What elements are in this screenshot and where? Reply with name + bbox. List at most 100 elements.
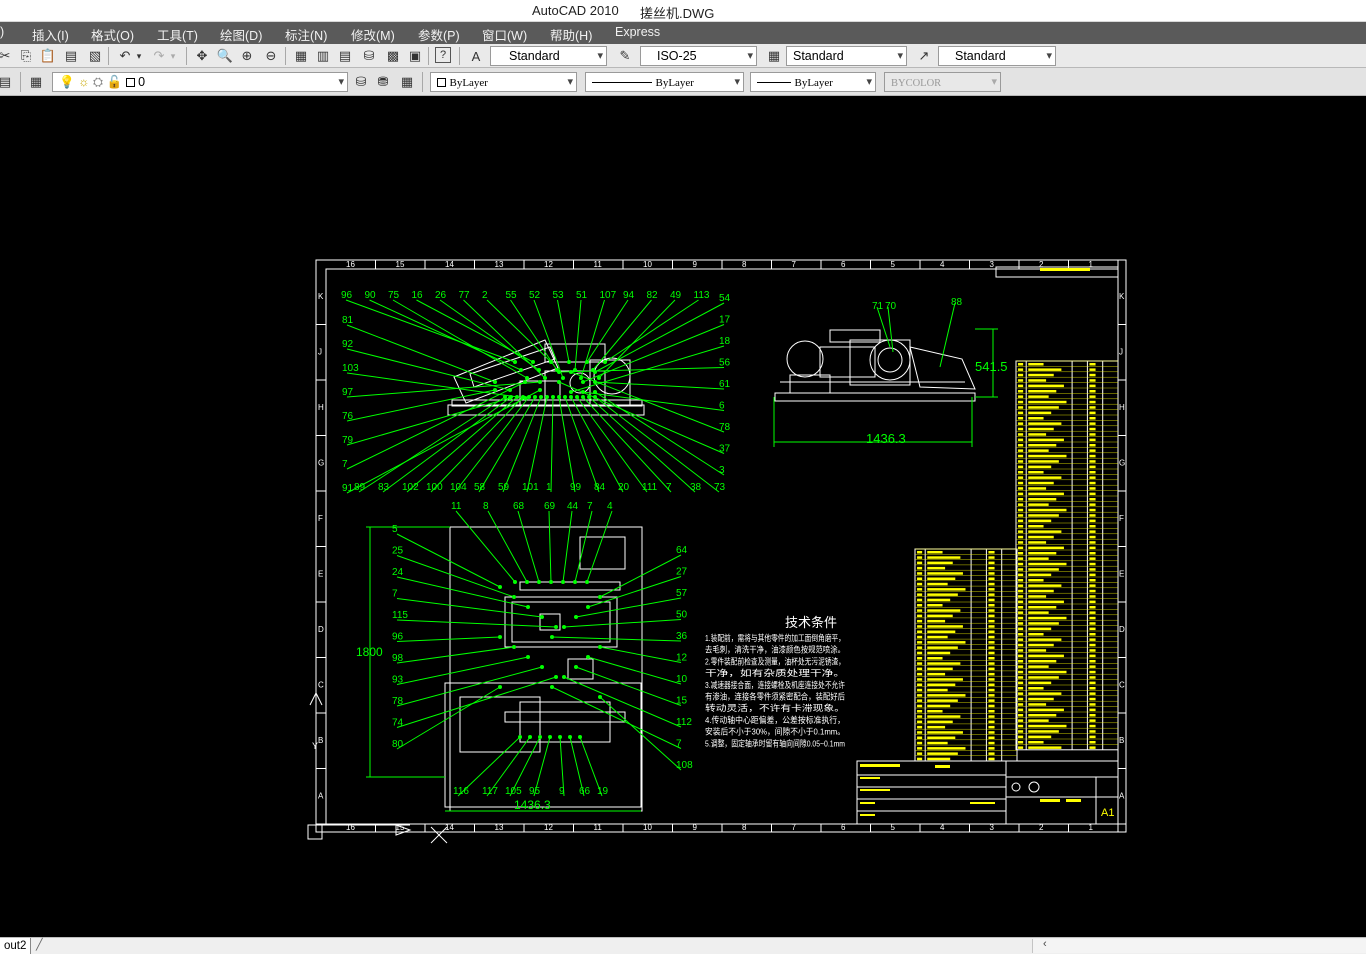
table-style-icon[interactable]: ▦	[765, 47, 783, 65]
bom-row-qty	[988, 731, 995, 734]
menu-item-draw[interactable]: 绘图(D)	[220, 25, 262, 44]
menu-item-view[interactable]: )	[0, 25, 4, 39]
menu-item-express[interactable]: Express	[615, 25, 660, 39]
bom-row-number	[917, 678, 923, 681]
bom-row-qty	[1089, 471, 1096, 474]
bom-row-text	[927, 598, 951, 602]
layout-tabs-bar: out2 ╱ ‹	[0, 937, 1366, 954]
sheet-set-icon[interactable]: ⛁	[360, 47, 378, 65]
bom-row-text	[1028, 498, 1057, 501]
zone-letter-right: G	[1119, 459, 1125, 468]
dim-style-select[interactable]: ISO-25 ▾	[640, 46, 757, 66]
undo-dropdown-icon[interactable]: ▾	[134, 47, 144, 65]
text-style-icon[interactable]: A	[467, 47, 485, 65]
bom-row-text	[1028, 681, 1052, 685]
cut-icon[interactable]: ✂	[0, 47, 14, 65]
bom-row-number	[917, 588, 923, 591]
leader-line	[564, 396, 600, 493]
menu-item-insert[interactable]: 插入(I)	[32, 25, 69, 44]
bom-row-text	[927, 725, 946, 729]
bom-row-number	[1018, 406, 1024, 409]
file-title: 搓丝机.DWG	[640, 6, 715, 21]
layer-states-icon[interactable]: ▦	[27, 73, 45, 91]
bom-row-number	[917, 566, 923, 570]
leader-dot	[512, 595, 516, 599]
layer-freeze-icon: ☼	[78, 75, 90, 89]
bom-row-number	[1018, 422, 1024, 425]
bom-row-text	[1028, 665, 1049, 668]
layer-match-icon[interactable]: ▦	[398, 73, 416, 91]
copy-icon[interactable]: ⎘	[17, 47, 35, 65]
menu-item-format[interactable]: 格式(O)	[91, 25, 134, 44]
bom-row-number	[917, 715, 923, 718]
bom-row-text	[1028, 422, 1062, 425]
bom-row-number	[917, 619, 923, 623]
drawing-canvas[interactable]: 16 15 14 13 12 11 10 9 8 7 6 5 4 3 2 1 16 15 14 13 12 11 10 9 8…	[0, 97, 1366, 937]
balloon-label: 36	[676, 631, 688, 642]
bom-row-text	[1028, 724, 1067, 728]
color-select[interactable]: ByLayer ▾	[430, 72, 577, 92]
zoom-realtime-icon[interactable]: 🔍	[216, 47, 234, 65]
bom-row-qty	[1089, 373, 1096, 377]
linetype-select[interactable]: ByLayer ▾	[585, 72, 744, 92]
pan-icon[interactable]: ✥	[193, 47, 211, 65]
menu-item-modify[interactable]: 修改(M)	[351, 25, 395, 44]
layer-color-swatch	[125, 78, 135, 88]
menu-item-help[interactable]: 帮助(H)	[550, 25, 592, 44]
svg-text:Y: Y	[312, 741, 318, 751]
multileader-style-select[interactable]: Standard ▾	[938, 46, 1056, 66]
scroll-left-icon[interactable]: ‹	[1043, 938, 1047, 950]
bom-row-number	[917, 635, 923, 639]
menu-item-window[interactable]: 窗口(W)	[482, 25, 527, 44]
markup-icon[interactable]: ▩	[384, 47, 402, 65]
properties-icon[interactable]: ▦	[292, 47, 310, 65]
balloon-label: 92	[342, 339, 354, 350]
zone-letter-left: C	[318, 681, 324, 690]
layer-select[interactable]: 💡 ☼ ⛭ 🔓 0 ▾	[52, 72, 348, 92]
redo-dropdown-icon[interactable]: ▾	[168, 47, 178, 65]
leader-line	[346, 397, 511, 446]
menu-item-parametric[interactable]: 参数(P)	[418, 25, 460, 44]
text-style-select[interactable]: Standard ▾	[490, 46, 607, 66]
help-icon[interactable]: ?	[435, 47, 451, 63]
make-object-layer-current-icon[interactable]: ⛁	[352, 73, 370, 91]
multileader-style-icon[interactable]: ↗	[915, 47, 933, 65]
calculator-icon[interactable]: ▣	[406, 47, 424, 65]
table-style-select[interactable]: Standard ▾	[786, 46, 907, 66]
bom-row-text	[1028, 595, 1047, 598]
zoom-window-icon[interactable]: ⊕	[238, 47, 256, 65]
layer-previous-icon[interactable]: ⛃	[374, 73, 392, 91]
bom-row-number	[1018, 573, 1024, 577]
menu-item-dimension[interactable]: 标注(N)	[285, 25, 327, 44]
layer-manager-icon[interactable]: ▤	[0, 73, 14, 91]
balloon-label: 64	[676, 545, 688, 556]
leader-dot	[557, 370, 561, 374]
plan-view	[444, 526, 643, 812]
layout-tab[interactable]: out2	[0, 938, 32, 954]
tool-palettes-icon[interactable]: ▤	[336, 47, 354, 65]
design-center-icon[interactable]: ▥	[314, 47, 332, 65]
balloon-label: 103	[342, 363, 359, 374]
redo-icon[interactable]: ↷	[150, 47, 168, 65]
paste-icon[interactable]: 📋	[39, 47, 57, 65]
bom-row-text	[927, 667, 953, 671]
undo-icon[interactable]: ↶	[116, 47, 134, 65]
bom-row-text	[1028, 562, 1067, 566]
zone-letter-left: G	[318, 459, 324, 468]
bom-row-qty	[1089, 541, 1096, 544]
zone-number-bottom: 16	[346, 823, 355, 832]
lineweight-select[interactable]: ByLayer ▾	[750, 72, 876, 92]
horizontal-scrollbar[interactable]: ‹	[1032, 938, 1366, 953]
bom-row-number	[917, 683, 923, 686]
bom-row-text	[1028, 373, 1054, 377]
zoom-previous-icon[interactable]: ⊖	[262, 47, 280, 65]
zone-number-top: 6	[841, 260, 846, 269]
menu-item-tools[interactable]: 工具(T)	[157, 25, 198, 44]
block-editor-icon[interactable]: ▧	[86, 47, 104, 65]
balloon-label: 7	[587, 501, 593, 512]
match-properties-icon[interactable]: ▤	[62, 47, 80, 65]
dim-style-icon[interactable]: ✎	[616, 47, 634, 65]
bom-row-qty	[1089, 481, 1096, 485]
bom-row-number	[917, 688, 923, 692]
bom-row-text	[927, 582, 948, 586]
